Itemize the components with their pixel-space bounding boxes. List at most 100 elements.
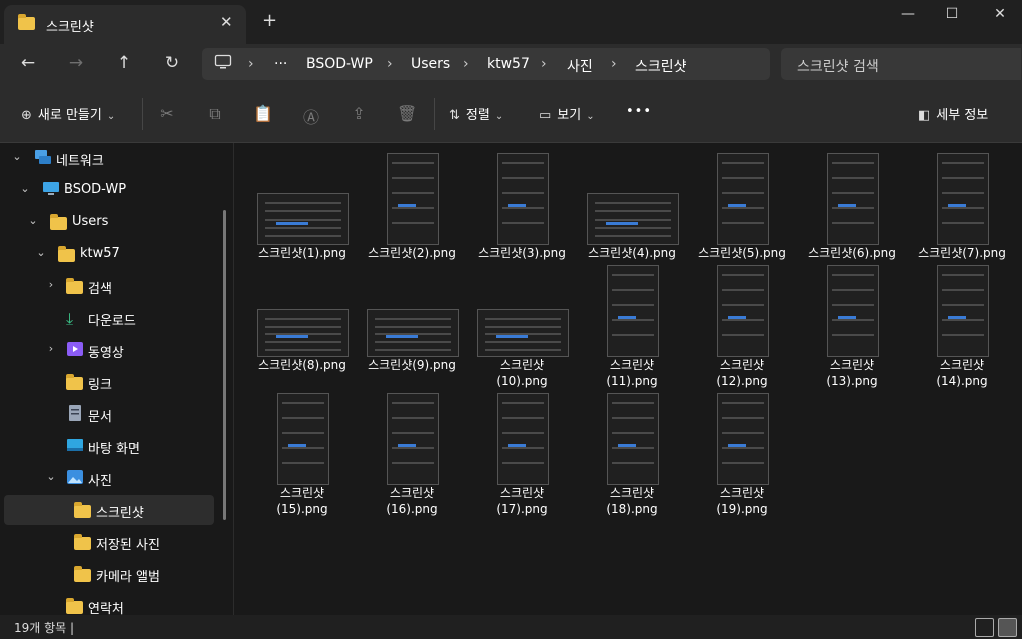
file-item[interactable]: 스크린샷 (19).png	[687, 391, 797, 516]
file-item[interactable]: 스크린샷(7).png	[907, 151, 1017, 261]
details-view-button[interactable]	[975, 618, 994, 637]
view-button[interactable]: ▭ 보기 ⌄	[539, 104, 595, 123]
large-icons-view-button[interactable]	[998, 618, 1017, 637]
file-name: 스크린샷(6).png	[797, 245, 907, 261]
thumbnail-detail	[502, 192, 544, 194]
file-item[interactable]: 스크린샷 (13).png	[797, 263, 907, 388]
folder-icon	[50, 214, 68, 233]
breadcrumb-more[interactable]: ···	[274, 56, 287, 72]
sidebar-item-ktw57[interactable]: ⌄ ktw57	[4, 239, 214, 269]
sidebar-item-saved-pictures[interactable]: 저장된 사진	[4, 527, 214, 557]
file-name-line2: (18).png	[606, 502, 658, 516]
more-options-button[interactable]: •••	[626, 104, 652, 119]
delete-icon[interactable]: 🗑	[397, 104, 417, 124]
file-name-line1: 스크린샷(8).png	[258, 358, 346, 372]
copy-icon[interactable]: ⧉	[205, 104, 225, 124]
file-name: 스크린샷(2).png	[357, 245, 467, 261]
sidebar-item-contacts[interactable]: 연락처	[4, 591, 214, 615]
thumbnail-detail	[375, 325, 451, 328]
file-item[interactable]: 스크린샷(3).png	[467, 151, 577, 261]
breadcrumb-separator: ›	[463, 56, 469, 72]
thumbnail-detail	[832, 289, 874, 291]
file-thumbnail	[387, 393, 439, 485]
cut-icon[interactable]: ✂	[157, 104, 177, 124]
file-item[interactable]: 스크린샷(6).png	[797, 151, 907, 261]
computer-icon	[214, 54, 232, 74]
new-button[interactable]: ⊕ 새로 만들기 ⌄	[21, 104, 115, 123]
file-item[interactable]: 스크린샷 (11).png	[577, 263, 687, 388]
rename-icon[interactable]: Ⓐ	[301, 104, 321, 127]
file-item[interactable]: 스크린샷 (12).png	[687, 263, 797, 388]
refresh-button[interactable]: ↻	[161, 53, 183, 75]
sidebar-item-pictures[interactable]: ⌄ 사진	[4, 463, 214, 493]
breadcrumb-screenshots[interactable]: 스크린샷	[635, 56, 687, 76]
share-icon[interactable]: ⇪	[349, 104, 369, 124]
thumbnail-detail	[265, 325, 341, 328]
thumbnail-detail	[392, 207, 434, 209]
file-name: 스크린샷 (17).png	[467, 485, 577, 517]
paste-icon[interactable]: 📋	[253, 104, 273, 124]
file-item[interactable]: 스크린샷(4).png	[577, 151, 687, 261]
sidebar-item-screenshots[interactable]: 스크린샷	[4, 495, 214, 525]
file-item[interactable]: 스크린샷(8).png	[247, 263, 357, 373]
search-input[interactable]: 스크린샷 검색	[781, 48, 1021, 80]
sidebar-scrollbar[interactable]	[223, 210, 226, 520]
sidebar-item-camera-roll[interactable]: 카메라 앨범	[4, 559, 214, 589]
breadcrumb-ktw57[interactable]: ktw57	[487, 56, 530, 72]
thumbnail-detail	[832, 177, 874, 179]
breadcrumb-bsod-wp[interactable]: BSOD-WP	[306, 56, 373, 72]
sidebar-item-links[interactable]: 링크	[4, 367, 214, 397]
forward-button[interactable]: →	[65, 53, 87, 75]
file-thumbnail	[367, 309, 459, 357]
thumbnail-detail	[265, 235, 341, 238]
sidebar-item-bsod-wp[interactable]: ⌄ BSOD-WP	[4, 175, 214, 205]
thumbnail-detail	[722, 417, 764, 419]
thumbnail-detail	[375, 348, 451, 351]
thumbnail-detail	[612, 289, 654, 291]
sidebar-item-documents[interactable]: 문서	[4, 399, 214, 429]
file-item[interactable]: 스크린샷(2).png	[357, 151, 467, 261]
file-item[interactable]: 스크린샷 (10).png	[467, 263, 577, 388]
file-item[interactable]: 스크린샷 (15).png	[247, 391, 357, 516]
thumbnail-detail	[722, 207, 764, 209]
breadcrumb-pictures[interactable]: 사진	[567, 56, 593, 76]
file-name: 스크린샷 (19).png	[687, 485, 797, 517]
address-bar[interactable]: › ··· BSOD-WP › Users › ktw57 › 사진 › 스크린…	[202, 48, 770, 80]
close-button[interactable]: ✕	[980, 6, 1020, 26]
folder-icon	[74, 502, 92, 521]
file-item[interactable]: 스크린샷 (18).png	[577, 391, 687, 516]
thumbnail-detail	[612, 274, 654, 276]
thumbnail-accent	[728, 203, 746, 207]
details-pane-button[interactable]: ◧ 세부 정보	[918, 104, 988, 123]
thumbnail-detail	[722, 402, 764, 404]
file-name-line2: (16).png	[386, 502, 438, 516]
file-item[interactable]: 스크린샷 (17).png	[467, 391, 577, 516]
up-button[interactable]: ↑	[113, 53, 135, 75]
sidebar-item-users[interactable]: ⌄ Users	[4, 207, 214, 237]
minimize-button[interactable]: —	[888, 6, 928, 26]
tab-screenshots[interactable]: 스크린샷 ✕	[4, 5, 246, 44]
sidebar-item-downloads[interactable]: ⤓ 다운로드	[4, 303, 214, 333]
thumbnail-detail	[722, 304, 764, 306]
sidebar-item-search[interactable]: › 검색	[4, 271, 214, 301]
sidebar-item-label: 다운로드	[88, 314, 136, 329]
details-label: 세부 정보	[936, 108, 989, 123]
sidebar-item-videos[interactable]: › 동영상	[4, 335, 214, 365]
folder-icon	[74, 534, 92, 553]
file-item[interactable]: 스크린샷 (14).png	[907, 263, 1017, 388]
file-name-line2: (19).png	[716, 502, 768, 516]
thumbnail-detail	[282, 462, 324, 464]
file-item[interactable]: 스크린샷 (16).png	[357, 391, 467, 516]
file-item[interactable]: 스크린샷(9).png	[357, 263, 467, 373]
maximize-button[interactable]: ☐	[932, 6, 972, 26]
tab-close-button[interactable]: ✕	[220, 13, 233, 31]
sidebar-item-desktop[interactable]: 바탕 화면	[4, 431, 214, 461]
new-tab-button[interactable]: +	[262, 10, 277, 31]
sort-button[interactable]: ⇅ 정렬 ⌄	[449, 104, 503, 123]
sort-label: 정렬	[465, 108, 490, 123]
sidebar-item-network[interactable]: ⌄ 네트워크	[4, 143, 214, 173]
back-button[interactable]: ←	[17, 53, 39, 75]
file-item[interactable]: 스크린샷(1).png	[247, 151, 357, 261]
file-item[interactable]: 스크린샷(5).png	[687, 151, 797, 261]
breadcrumb-users[interactable]: Users	[411, 56, 450, 72]
